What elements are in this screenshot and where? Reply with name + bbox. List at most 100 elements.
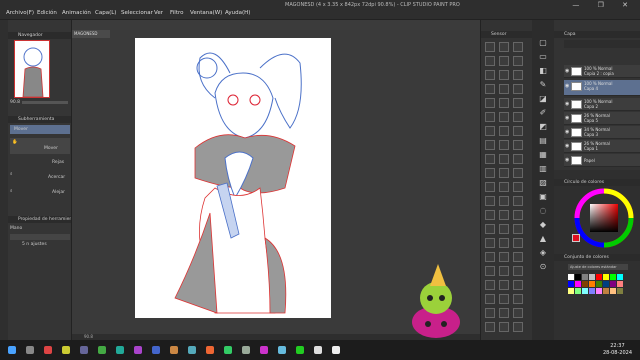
color-swatch[interactable]: [582, 288, 588, 294]
material-tile[interactable]: [485, 322, 495, 332]
color-swatch[interactable]: [603, 288, 609, 294]
material-tile[interactable]: [513, 322, 523, 332]
material-tile[interactable]: [485, 98, 495, 108]
material-tile[interactable]: [513, 238, 523, 248]
color-swatch[interactable]: [596, 288, 602, 294]
app-icon[interactable]: [206, 346, 214, 354]
document-tab[interactable]: MAGONESD: [72, 30, 110, 38]
menu-animation[interactable]: Animación: [62, 10, 91, 16]
subtool-rotate[interactable]: Rejas: [52, 160, 64, 165]
material-tile[interactable]: [485, 224, 495, 234]
color-swatch[interactable]: [617, 288, 623, 294]
menu-file[interactable]: Archivo(F): [6, 10, 34, 16]
material-tile[interactable]: [485, 238, 495, 248]
clip-studio-taskbar-icon[interactable]: [332, 346, 340, 354]
material-tile[interactable]: [499, 322, 509, 332]
eye-icon[interactable]: ◉: [565, 68, 569, 74]
folder-icon[interactable]: ▭: [538, 52, 548, 62]
app-icon[interactable]: [278, 346, 286, 354]
color-swatch[interactable]: [575, 274, 581, 280]
material-tile[interactable]: [513, 266, 523, 276]
search-icon[interactable]: [26, 346, 34, 354]
material-tile[interactable]: [513, 252, 523, 262]
material-tile[interactable]: [485, 266, 495, 276]
brush-icon[interactable]: ✐: [538, 108, 548, 118]
app-icon[interactable]: [62, 346, 70, 354]
zoom-value[interactable]: 90.8: [10, 100, 20, 105]
layer-item[interactable]: ◉ 100 % Normal Capa 2: [564, 98, 640, 111]
color-swatch[interactable]: [617, 274, 623, 280]
layer-toolbar[interactable]: [564, 40, 640, 48]
material-tile[interactable]: [485, 84, 495, 94]
menu-help[interactable]: Ayuda(H): [225, 10, 250, 16]
material-tile[interactable]: [499, 42, 509, 52]
zoom-slider[interactable]: [22, 101, 68, 104]
app-icon[interactable]: [98, 346, 106, 354]
material-tile[interactable]: [513, 224, 523, 234]
material-tile[interactable]: [513, 196, 523, 206]
material-tile[interactable]: [513, 210, 523, 220]
color-swatch[interactable]: [610, 281, 616, 287]
color-swatch[interactable]: [617, 281, 623, 287]
color-swatch[interactable]: [610, 288, 616, 294]
lock-icon[interactable]: ◧: [538, 66, 548, 76]
material-tile[interactable]: [499, 210, 509, 220]
material-tile[interactable]: [499, 168, 509, 178]
color-swatch[interactable]: [596, 281, 602, 287]
color-set-select[interactable]: Ajuste de colores estándar: [568, 264, 628, 270]
menu-view[interactable]: Ver: [154, 10, 163, 16]
drawing-paper[interactable]: [135, 38, 331, 318]
material-tile[interactable]: [499, 140, 509, 150]
material-tile[interactable]: [513, 294, 523, 304]
material-tile[interactable]: [485, 168, 495, 178]
app-icon[interactable]: [242, 346, 250, 354]
operation-icon[interactable]: ▲: [538, 234, 548, 244]
color-swatch[interactable]: [596, 274, 602, 280]
material-tile[interactable]: [485, 182, 495, 192]
material-tile[interactable]: [499, 308, 509, 318]
menu-layer[interactable]: Capa(L): [95, 10, 116, 16]
material-tile[interactable]: [499, 84, 509, 94]
color-swatch[interactable]: [568, 288, 574, 294]
material-tile[interactable]: [485, 154, 495, 164]
layer-item[interactable]: ◉ 26 % Normal Capa 5: [564, 112, 640, 125]
material-tile[interactable]: [499, 294, 509, 304]
color-swatch[interactable]: [575, 281, 581, 287]
ruler-icon[interactable]: ▥: [538, 164, 548, 174]
app-icon[interactable]: [188, 346, 196, 354]
app-icon[interactable]: [260, 346, 268, 354]
material-tile[interactable]: [499, 196, 509, 206]
material-tile[interactable]: [513, 168, 523, 178]
material-tile[interactable]: [513, 140, 523, 150]
color-picker-icon[interactable]: ⊙: [538, 262, 548, 272]
navigator-thumbnail[interactable]: [14, 40, 50, 98]
material-tile[interactable]: [499, 112, 509, 122]
layer-item-selected[interactable]: ◉ 100 % Normal Capa 4: [564, 80, 640, 96]
layer-item[interactable]: ◉ 26 % Normal Capa 1: [564, 140, 640, 153]
subtool-zoom-in[interactable]: Acercar: [48, 175, 65, 180]
color-wheel[interactable]: [574, 188, 634, 248]
material-tile[interactable]: [513, 280, 523, 290]
app-icon[interactable]: [152, 346, 160, 354]
subtool-zoom-out[interactable]: Alejar: [52, 190, 65, 195]
material-tile[interactable]: [513, 98, 523, 108]
paper-layer[interactable]: ◉ Papel: [564, 154, 640, 167]
material-tile[interactable]: [513, 84, 523, 94]
material-tile[interactable]: [485, 42, 495, 52]
menu-window[interactable]: Ventana(W): [190, 10, 222, 16]
frame-icon[interactable]: ▣: [538, 192, 548, 202]
gradient-icon[interactable]: ▨: [538, 178, 548, 188]
vector-icon[interactable]: ◆: [538, 220, 548, 230]
app-icon[interactable]: [116, 346, 124, 354]
shape-icon[interactable]: ▦: [538, 150, 548, 160]
eye-icon[interactable]: ◉: [565, 157, 569, 163]
material-tile[interactable]: [485, 112, 495, 122]
material-tile[interactable]: [499, 126, 509, 136]
material-tile[interactable]: [513, 182, 523, 192]
menu-select[interactable]: Seleccionar: [121, 10, 153, 16]
material-tile[interactable]: [485, 56, 495, 66]
material-tile[interactable]: [513, 56, 523, 66]
eye-icon[interactable]: ◉: [565, 115, 569, 121]
app-icon[interactable]: [314, 346, 322, 354]
color-swatch[interactable]: [568, 281, 574, 287]
